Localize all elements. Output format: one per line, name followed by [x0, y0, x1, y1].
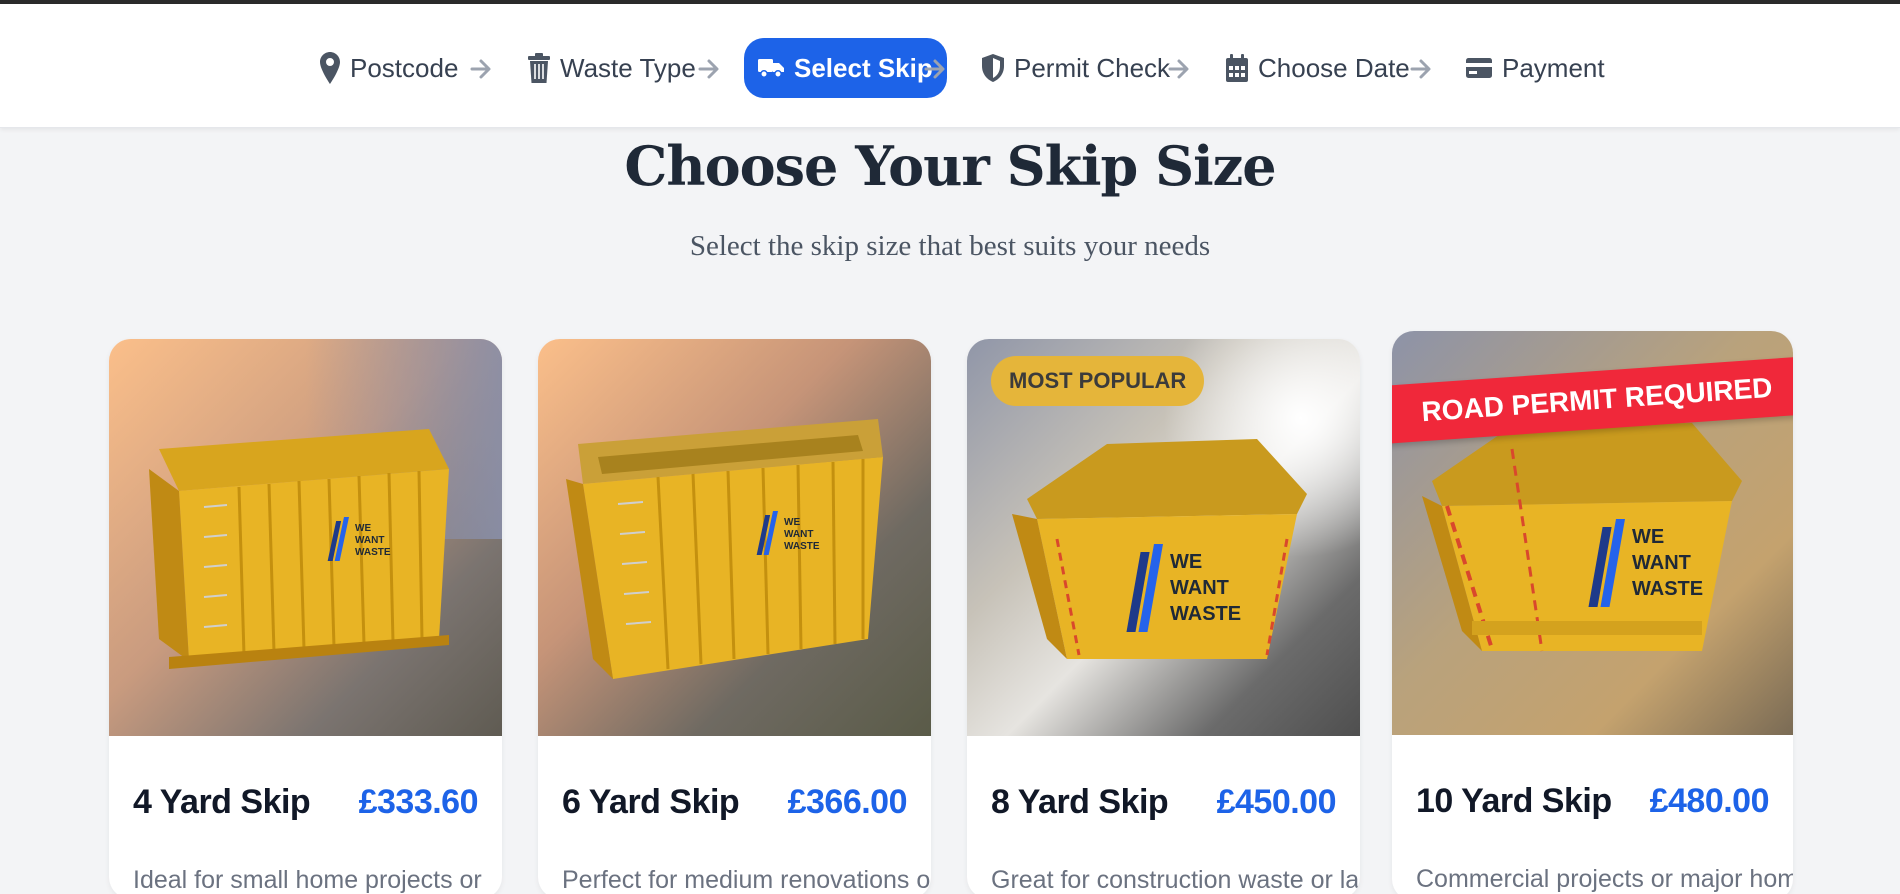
skip-name: 10 Yard Skip: [1416, 782, 1612, 820]
svg-text:WASTE: WASTE: [784, 541, 820, 552]
svg-text:WANT: WANT: [784, 529, 813, 540]
svg-text:WANT: WANT: [355, 535, 384, 546]
progress-stepper: Postcode Waste Type Select Skip Permit C…: [0, 4, 1900, 128]
step-choose-date[interactable]: Choose Date: [1226, 38, 1410, 98]
step-label: Payment: [1502, 52, 1605, 83]
skip-price: £480.00: [1649, 782, 1770, 820]
most-popular-badge: MOST POPULAR: [991, 356, 1205, 406]
step-payment[interactable]: Payment: [1466, 38, 1605, 98]
step-label: Permit Check: [1014, 52, 1171, 83]
step-select-skip[interactable]: Select Skip: [744, 38, 947, 98]
skip-card-6-yard[interactable]: WE WANT WASTE 6 Yard Skip £366.00 Perfec…: [538, 339, 931, 894]
step-label: Postcode: [350, 52, 459, 83]
page-subtitle: Select the skip size that best suits you…: [689, 230, 1211, 262]
arrow-right-icon: [698, 59, 719, 79]
credit-card-icon: [1466, 58, 1492, 78]
skip-name: 4 Yard Skip: [133, 783, 311, 821]
calendar-icon: [1226, 54, 1248, 82]
skip-price: £333.60: [358, 783, 479, 821]
arrow-right-icon: [1410, 59, 1431, 79]
svg-text:WE: WE: [355, 523, 371, 534]
skip-image: WE WANT WASTE: [109, 339, 502, 736]
skip-card-8-yard[interactable]: WE WANT WASTE MOST POPULAR 8 Yard Skip £…: [967, 339, 1360, 894]
step-permit-check[interactable]: Permit Check: [982, 38, 1170, 98]
svg-text:WASTE: WASTE: [1170, 603, 1241, 625]
page-title: Choose Your Skip Size: [624, 134, 1276, 198]
shield-icon: [982, 54, 1004, 82]
skip-description: Commercial projects or major home: [1416, 865, 1793, 893]
skip-name: 6 Yard Skip: [562, 783, 740, 821]
skip-price: £366.00: [787, 783, 908, 821]
skip-name: 8 Yard Skip: [991, 783, 1169, 821]
skip-image: WE WANT WASTE: [538, 339, 931, 736]
skip-image: WE WANT WASTE MOST POPULAR: [967, 339, 1360, 736]
skip-description: Ideal for small home projects or: [133, 866, 482, 894]
svg-text:WE: WE: [1170, 551, 1202, 573]
skip-card-10-yard[interactable]: WE WANT WASTE ROAD PERMIT REQUIRED 10 Ya…: [1392, 331, 1793, 894]
arrow-right-icon: [470, 59, 491, 79]
svg-text:WANT: WANT: [1170, 577, 1229, 599]
step-waste-type[interactable]: Waste Type: [528, 38, 696, 98]
truck-icon: [758, 59, 784, 78]
arrow-right-icon: [924, 59, 945, 79]
arrow-right-icon: [1168, 59, 1189, 79]
map-pin-icon: [320, 52, 340, 84]
skip-description: Perfect for medium renovations or: [562, 866, 931, 894]
step-label: Waste Type: [560, 52, 696, 83]
skip-description: Great for construction waste or large: [991, 866, 1360, 894]
svg-text:WANT: WANT: [1632, 552, 1691, 574]
svg-text:WE: WE: [1632, 526, 1664, 548]
svg-text:WASTE: WASTE: [355, 547, 391, 558]
svg-text:WE: WE: [784, 517, 800, 528]
step-label: Choose Date: [1258, 52, 1410, 83]
skip-card-4-yard[interactable]: WE WANT WASTE 4 Yard Skip £333.60 Ideal …: [109, 339, 502, 894]
trash-icon: [528, 53, 550, 83]
skip-image: WE WANT WASTE ROAD PERMIT REQUIRED: [1392, 331, 1793, 735]
step-postcode[interactable]: Postcode: [320, 38, 458, 98]
step-label: Select Skip: [794, 52, 933, 83]
skip-price: £450.00: [1216, 783, 1337, 821]
svg-text:WASTE: WASTE: [1632, 578, 1703, 600]
